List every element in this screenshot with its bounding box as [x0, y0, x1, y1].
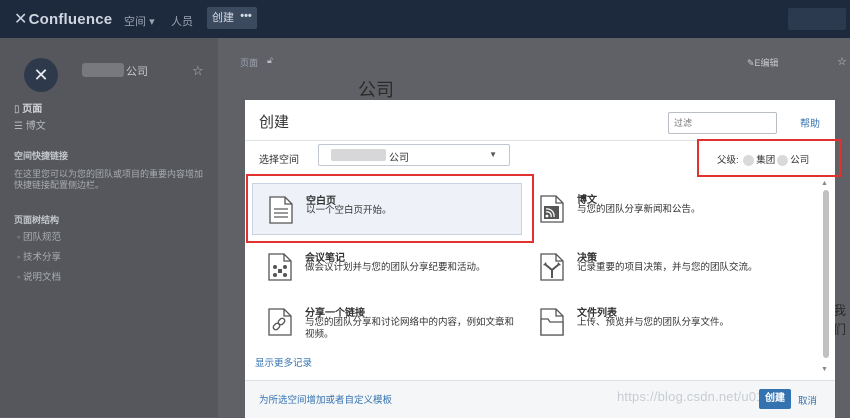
file-list-icon	[540, 308, 564, 336]
nav-spaces-label: 空间	[124, 16, 146, 28]
page-tree-heading: 页面树结构	[14, 215, 60, 225]
page-tree-item-label: 技术分享	[23, 252, 62, 263]
cancel-link[interactable]: 取消	[798, 393, 817, 407]
dialog-footer: 为所选空间增加或者自定义模板 https://blog.csdn.net/u01…	[245, 380, 835, 418]
redacted-space-name	[331, 149, 386, 161]
selected-space-value: 公司	[389, 153, 409, 164]
help-link[interactable]: 帮助	[800, 115, 820, 130]
redacted-space-name	[82, 63, 124, 77]
template-share-link[interactable]: 分享一个链接 与您的团队分享和讨论网络中的内容，例如文章和视频。	[252, 296, 522, 348]
template-meeting-notes[interactable]: 会议笔记 做会议计划并与您的团队分享纪要和活动。	[252, 241, 522, 293]
space-name[interactable]: 公司	[126, 63, 148, 79]
edit-label: E编辑	[754, 58, 779, 68]
star-icon[interactable]: ☆	[192, 63, 204, 79]
scrollbar-thumb[interactable]	[823, 190, 829, 358]
shortcuts-heading: 空间快捷链接	[14, 151, 69, 161]
page-tree-item-label: 说明文档	[23, 272, 62, 283]
highlight-box-parent	[697, 139, 841, 177]
search-box[interactable]	[788, 8, 846, 30]
template-description: 与您的团队分享新闻和公告。	[577, 204, 701, 215]
dialog-header: 创建 帮助	[245, 100, 835, 141]
edit-button[interactable]: ✎E编辑	[747, 56, 779, 69]
page-overflow-text: 我们	[833, 303, 847, 337]
chevron-down-icon: ▾	[149, 16, 155, 28]
nav-spaces-menu[interactable]: 空间 ▾	[124, 13, 155, 29]
template-description: 上传、预览并与您的团队分享文件。	[577, 317, 730, 328]
breadcrumb[interactable]: 页面	[240, 56, 258, 69]
pencil-icon: ✎	[747, 58, 755, 68]
shortcuts-help-text: 在这里您可以为您的团队或项目的重要内容增加快捷链接配置侧边栏。	[14, 169, 204, 190]
confluence-logo[interactable]: ✕Confluence	[14, 9, 112, 29]
lock-icon[interactable]: 🔓︎	[267, 55, 273, 66]
highlight-box-blank-page	[246, 174, 534, 243]
chevron-down-icon: ▼	[489, 150, 497, 159]
page-tree-item[interactable]: ◦ 技术分享	[17, 249, 61, 263]
scroll-down-arrow-icon[interactable]: ▼	[821, 366, 828, 373]
link-icon	[268, 308, 292, 336]
sidebar-item-blog[interactable]: ☰ 博文	[14, 117, 46, 132]
sidebar-item-blog-label: 博文	[25, 121, 46, 132]
show-more-link[interactable]: 显示更多记录	[255, 355, 312, 369]
sidebar-item-pages-label: 页面	[22, 104, 43, 115]
top-navigation-bar: ✕Confluence 空间 ▾ 人员 创建 •••	[0, 0, 850, 38]
scroll-up-arrow-icon[interactable]: ▲	[821, 180, 828, 187]
blog-rss-icon	[540, 195, 564, 223]
create-submit-button[interactable]: 创建	[759, 389, 791, 409]
template-blog-post[interactable]: 博文 与您的团队分享新闻和公告。	[524, 183, 814, 235]
template-description: 做会议计划并与您的团队分享纪要和活动。	[305, 262, 486, 273]
rss-icon: ☰	[14, 121, 26, 132]
template-file-list[interactable]: 文件列表 上传、预览并与您的团队分享文件。	[524, 296, 814, 348]
watermark: https://blog.csdn.net/u01	[617, 389, 764, 404]
template-description: 与您的团队分享和讨论网络中的内容，例如文章和视频。	[305, 317, 515, 340]
dialog-title: 创建	[259, 114, 290, 131]
space-sidebar: ✕ 公司 ☆ ▯ 页面 ☰ 博文 空间快捷链接 在这里您可以为您的团队或项目的重…	[0, 38, 218, 417]
star-icon[interactable]: ☆	[837, 55, 847, 68]
customize-template-link[interactable]: 为所选空间增加或者自定义模板	[259, 392, 392, 406]
page-tree-item[interactable]: ◦ 说明文档	[17, 269, 61, 283]
confluence-x-icon: ✕	[14, 11, 28, 28]
meeting-notes-icon	[268, 253, 292, 281]
nav-people[interactable]: 人员	[171, 13, 193, 29]
sidebar-item-pages[interactable]: ▯ 页面	[14, 100, 42, 115]
template-decision[interactable]: 决策 记录重要的项目决策，并与您的团队交流。	[524, 241, 814, 293]
page-tree-item[interactable]: ◦ 团队规范	[17, 229, 61, 243]
filter-input[interactable]	[668, 112, 777, 134]
decision-icon	[540, 253, 564, 281]
page-tree-item-label: 团队规范	[23, 232, 62, 243]
page-title: 公司	[358, 80, 394, 100]
select-space-label: 选择空间	[259, 155, 299, 166]
logo-text: Confluence	[28, 11, 113, 28]
more-menu-button[interactable]: •••	[235, 7, 257, 29]
space-select[interactable]: 公司 ▼	[318, 144, 510, 166]
template-list-scrollbar[interactable]: ▲ ▼	[821, 180, 831, 375]
template-description: 记录重要的项目决策，并与您的团队交流。	[577, 262, 758, 273]
space-avatar[interactable]: ✕	[24, 58, 58, 92]
